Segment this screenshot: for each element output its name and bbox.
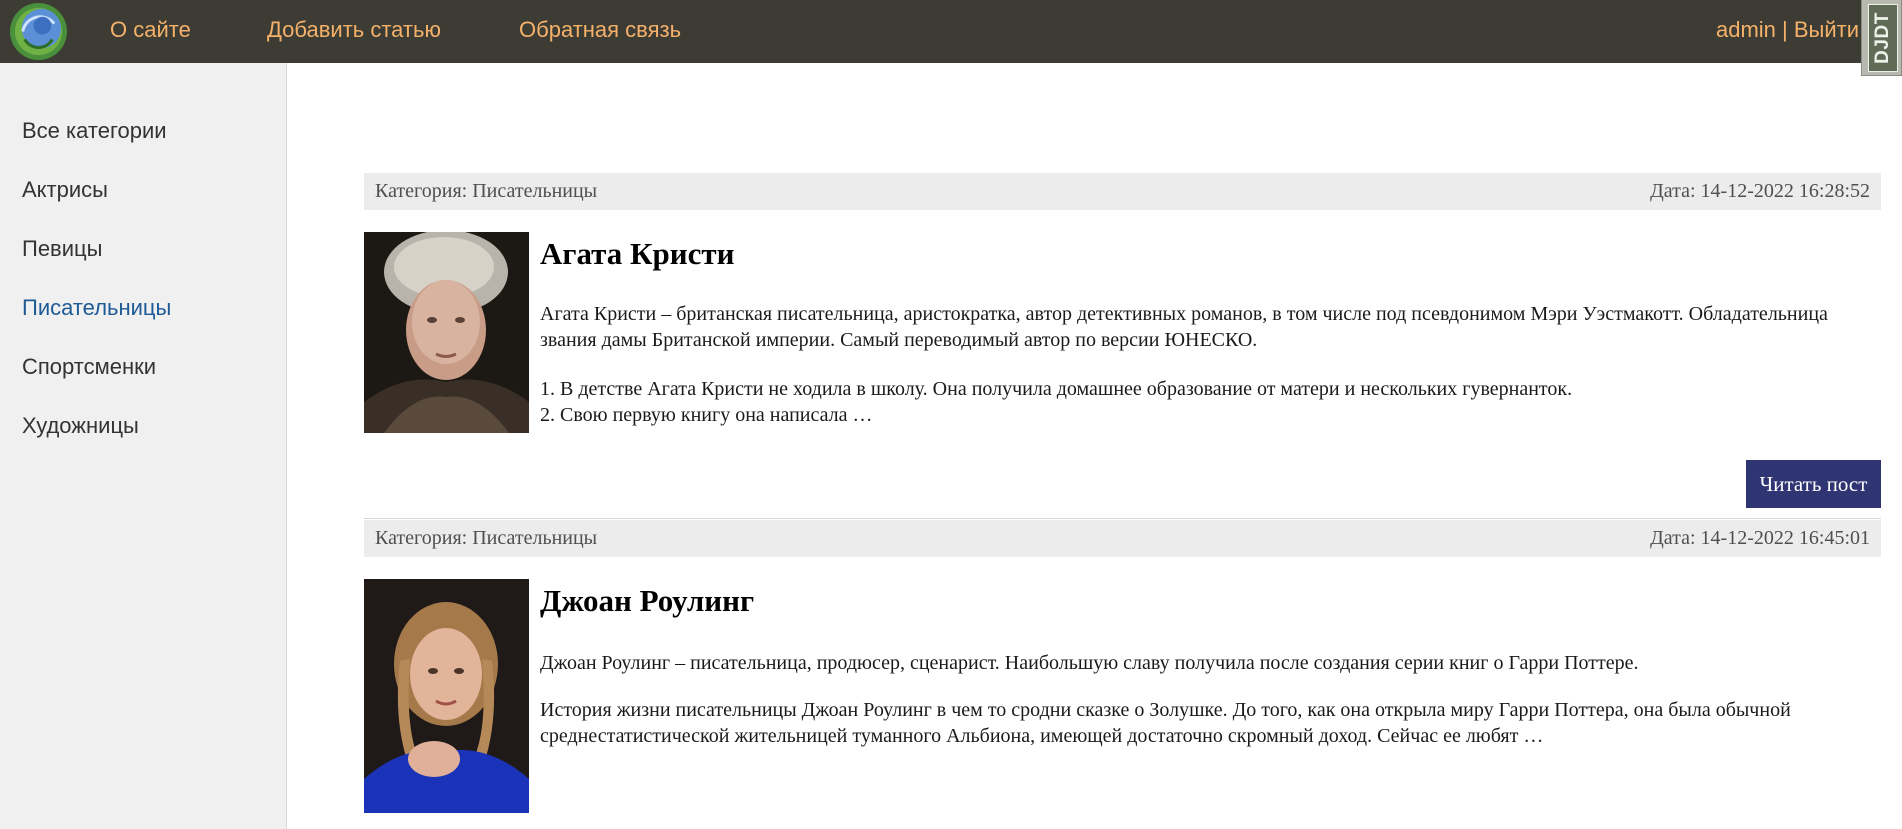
sidebar-item-sportswomen[interactable]: Спортсменки [22, 354, 156, 380]
post-excerpt-story: История жизни писательницы Джоан Роулинг… [540, 699, 1791, 747]
post-excerpt: Джоан Роулинг – писательница, продюсер, … [540, 652, 1639, 674]
post-meta-bar: Категория: Писательницы Дата: 14-12-2022… [364, 173, 1881, 210]
post-meta-bar: Категория: Писательницы Дата: 14-12-2022… [364, 520, 1881, 557]
post-divider [364, 518, 1881, 519]
sidebar-item-artists[interactable]: Художницы [22, 413, 139, 439]
debug-toolbar-badge: DJDT [1868, 4, 1898, 72]
post-title[interactable]: Джоан Роулинг [540, 583, 754, 619]
post-category: Категория: Писательницы [375, 527, 598, 549]
sidebar-item-all-categories[interactable]: Все категории [22, 118, 167, 144]
post-category: Категория: Писательницы [375, 180, 598, 202]
post-fact-line: 1. В детстве Агата Кристи не ходила в шк… [540, 378, 1573, 400]
post-photo-agatha-christie [364, 232, 529, 433]
read-post-button[interactable]: Читать пост [1746, 460, 1881, 508]
user-separator: | [1775, 17, 1794, 42]
nav-add-article-link[interactable]: Добавить статью [267, 17, 441, 43]
post-excerpt: Агата Кристи – британская писательница, … [540, 303, 1828, 351]
post-excerpt-facts: 1. В детстве Агата Кристи не ходила в шк… [540, 376, 1880, 428]
sidebar-item-singers[interactable]: Певицы [22, 236, 102, 262]
post-date: Дата: 14-12-2022 16:28:52 [1650, 180, 1870, 202]
debug-toolbar-handle[interactable]: DJDT [1861, 0, 1902, 76]
sidebar-item-actresses[interactable]: Актрисы [22, 177, 108, 203]
user-area: admin | Выйти [1716, 17, 1859, 43]
nav-about-link[interactable]: О сайте [110, 17, 191, 43]
sidebar-item-writers[interactable]: Писательницы [22, 295, 171, 321]
post-photo-joanne-rowling [364, 579, 529, 813]
post-title[interactable]: Агата Кристи [540, 236, 734, 272]
category-sidebar: Все категории Актрисы Певицы Писательниц… [0, 63, 287, 829]
site-logo[interactable] [9, 2, 68, 61]
top-navbar: О сайте Добавить статью Обратная связь a… [0, 0, 1902, 76]
username-link[interactable]: admin [1716, 17, 1776, 42]
nav-feedback-link[interactable]: Обратная связь [519, 17, 681, 43]
logout-link[interactable]: Выйти [1794, 17, 1859, 42]
post-date: Дата: 14-12-2022 16:45:01 [1650, 527, 1870, 549]
post-fact-line: 2. Свою первую книгу она написала … [540, 404, 873, 426]
debug-toolbar-label: DJDT [1872, 12, 1893, 64]
